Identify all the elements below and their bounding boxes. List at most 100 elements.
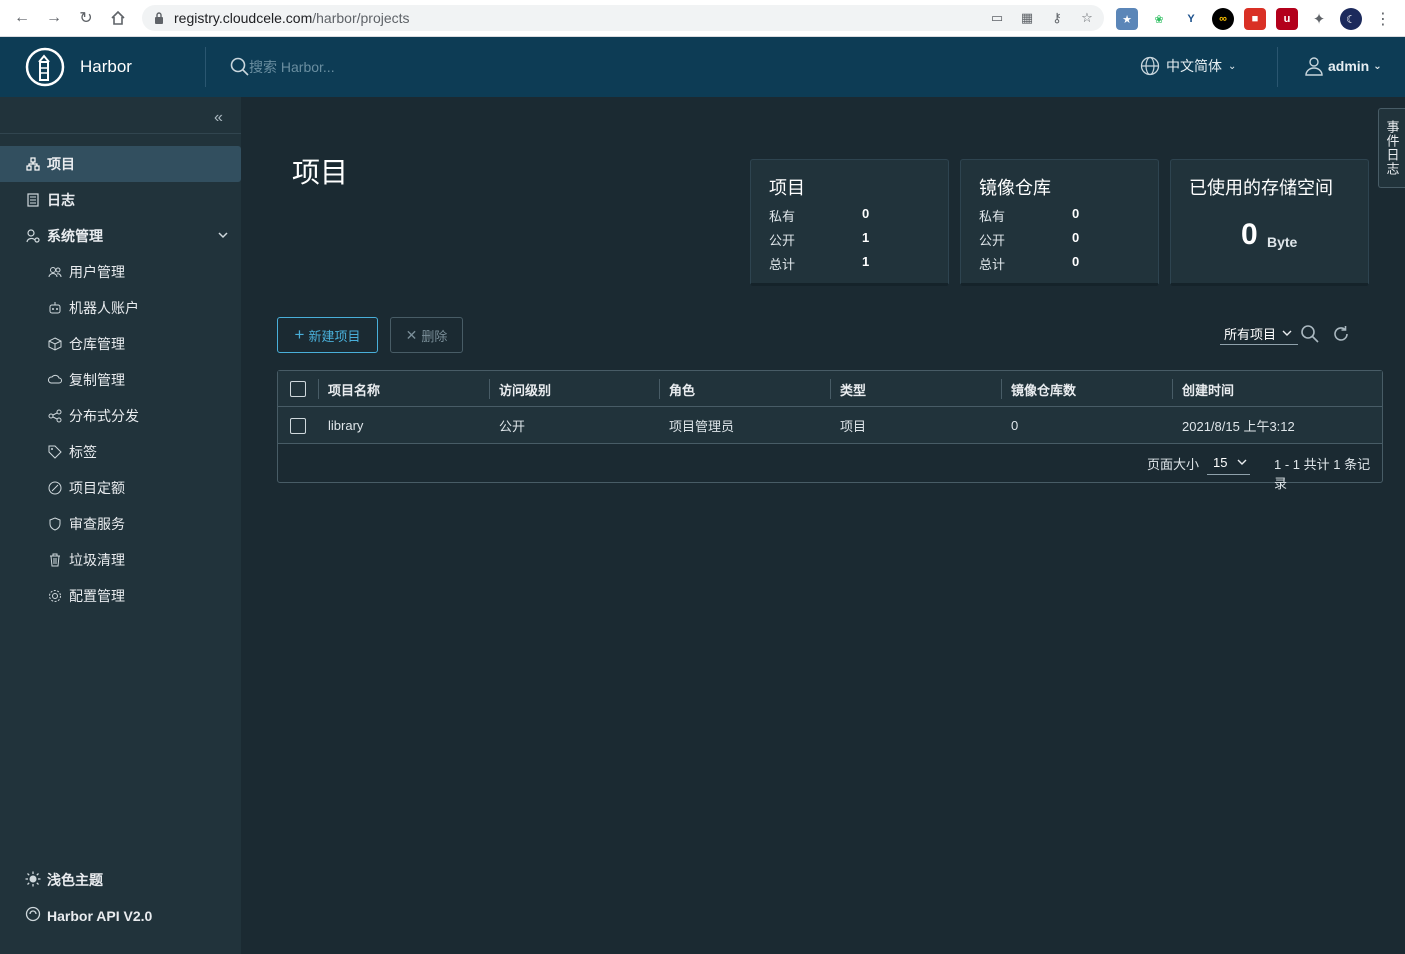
column-header-access[interactable]: 访问级别 [488, 371, 551, 407]
sun-icon [25, 871, 41, 890]
sidebar-item-logs[interactable]: 日志 [0, 182, 241, 218]
cast-icon[interactable]: ▭ [988, 9, 1006, 27]
sidebar-item-label: 垃圾清理 [69, 552, 125, 568]
theme-label: 浅色主题 [47, 872, 103, 888]
extensions-icon[interactable]: ✦ [1308, 8, 1330, 30]
sidebar-item-label: 系统管理 [47, 228, 103, 244]
global-search-input[interactable] [249, 57, 549, 77]
star-icon[interactable]: ☆ [1078, 9, 1096, 27]
column-header-type[interactable]: 类型 [829, 371, 866, 407]
column-header-role[interactable]: 角色 [658, 371, 695, 407]
sidebar-item-projects[interactable]: 项目 [0, 146, 241, 182]
users-icon [47, 264, 63, 280]
type-cell: 项目 [840, 418, 867, 434]
replication-icon [47, 372, 63, 388]
storage-summary-card: 已使用的存储空间 0 Byte [1170, 159, 1369, 286]
project-filter-select[interactable]: 所有项目 [1220, 323, 1298, 345]
delete-button[interactable]: ✕ 删除 [390, 317, 463, 353]
storage-value: 0 [1241, 218, 1258, 251]
main-content: 项目 项目 私有 0 公开 1 总计 1 镜像仓库 私有 0 公开 0 总计 0… [241, 97, 1405, 954]
sidebar-item-registries[interactable]: 仓库管理 [0, 326, 241, 362]
pagination-summary: 1 - 1 共计 1 条记录 [1274, 457, 1371, 491]
red-ext-icon[interactable]: ■ [1244, 8, 1266, 30]
sidebar-item-label: 复制管理 [69, 372, 125, 388]
harbor-logo-icon[interactable] [25, 47, 65, 87]
private-label: 私有 [979, 209, 1006, 224]
qr-icon[interactable]: ▦ [1018, 9, 1036, 27]
sidebar-item-admin[interactable]: 系统管理 [0, 218, 241, 254]
sidebar-item-label: 配置管理 [69, 588, 125, 604]
header-divider [205, 47, 206, 87]
sidebar-item-robot-accounts[interactable]: 机器人账户 [0, 290, 241, 326]
sidebar-item-label: 机器人账户 [69, 300, 139, 316]
search-icon[interactable] [1300, 324, 1320, 344]
sidebar-item-configuration[interactable]: 配置管理 [0, 578, 241, 614]
sidebar-item-quotas[interactable]: 项目定额 [0, 470, 241, 506]
column-header-repo-count[interactable]: 镜像仓库数 [1000, 371, 1076, 407]
sidebar-item-gc[interactable]: 垃圾清理 [0, 542, 241, 578]
delete-label: 删除 [421, 328, 448, 344]
card-title: 已使用的存储空间 [1189, 178, 1333, 198]
chevron-down-icon [217, 228, 229, 244]
select-all-checkbox[interactable] [290, 381, 306, 397]
event-log-label: 事件日志 [1384, 120, 1400, 176]
table-header: 项目名称 访问级别 角色 类型 镜像仓库数 创建时间 [278, 371, 1382, 407]
globe-icon [1140, 56, 1160, 76]
infinity-ext-icon[interactable]: ∞ [1212, 8, 1234, 30]
username: admin [1328, 58, 1370, 74]
repositories-summary-card: 镜像仓库 私有 0 公开 0 总计 0 [960, 159, 1159, 286]
sidebar-item-users[interactable]: 用户管理 [0, 254, 241, 290]
collapse-sidebar-icon[interactable]: « [214, 109, 223, 127]
logs-icon [25, 192, 41, 208]
quota-icon [47, 480, 63, 496]
role-cell: 项目管理员 [669, 418, 735, 434]
access-level-cell: 公开 [499, 418, 526, 434]
event-log-tab[interactable]: 事件日志 [1378, 108, 1405, 188]
forward-icon[interactable]: → [44, 8, 64, 28]
user-icon [1305, 57, 1323, 76]
table-row: library 公开 项目管理员 项目 0 2021/8/15 上午3:12 [278, 407, 1382, 444]
sidebar-item-scanners[interactable]: 审查服务 [0, 506, 241, 542]
private-count: 0 [1072, 206, 1080, 221]
back-icon[interactable]: ← [12, 8, 32, 28]
theme-toggle[interactable]: 浅色主题 [25, 870, 103, 890]
public-count: 1 [862, 230, 870, 245]
user-menu[interactable]: admin ⌄ [1304, 56, 1382, 76]
new-project-button[interactable]: + 新建项目 [277, 317, 378, 353]
evernote-ext-icon[interactable]: ❀ [1148, 8, 1170, 30]
sidebar-item-replications[interactable]: 复制管理 [0, 362, 241, 398]
sidebar-item-labels[interactable]: 标签 [0, 434, 241, 470]
projects-table: 项目名称 访问级别 角色 类型 镜像仓库数 创建时间 library 公开 项目… [277, 370, 1383, 491]
key-icon[interactable]: ⚷ [1048, 9, 1066, 27]
header-divider-2 [1277, 47, 1278, 87]
reload-icon[interactable]: ↻ [76, 8, 96, 28]
brand-name[interactable]: Harbor [80, 57, 132, 77]
ublock-ext-icon[interactable]: u [1276, 8, 1298, 30]
refresh-icon[interactable] [1331, 324, 1351, 344]
admin-icon [25, 228, 41, 244]
page-size-select[interactable]: 15 [1207, 451, 1250, 475]
home-icon[interactable] [108, 8, 128, 28]
sidebar-item-label: 项目定额 [69, 480, 125, 496]
api-explorer-link[interactable]: Harbor API V2.0 [25, 906, 152, 925]
lock-icon [155, 12, 163, 24]
trash-icon [47, 552, 63, 568]
filter-value: 所有项目 [1224, 327, 1277, 342]
row-checkbox[interactable] [290, 418, 306, 434]
bookmark-ext-icon[interactable]: ★ [1116, 8, 1138, 30]
sidebar-item-distributions[interactable]: 分布式分发 [0, 398, 241, 434]
address-bar[interactable]: registry.cloudcele.com/harbor/projects ▭… [142, 5, 1104, 31]
browser-menu-icon[interactable]: ⋮ [1375, 9, 1391, 29]
column-header-name[interactable]: 项目名称 [317, 371, 380, 407]
language-selector[interactable]: 中文简体 ⌄ [1140, 56, 1236, 76]
profile-avatar[interactable]: ☾ [1340, 8, 1362, 30]
chevron-down-icon [1282, 326, 1292, 341]
distribution-icon [47, 408, 63, 424]
page-size-value: 15 [1213, 455, 1228, 470]
project-name-link[interactable]: library [328, 407, 363, 443]
vpn-ext-icon[interactable]: Y [1180, 8, 1202, 30]
sidebar-divider [0, 133, 241, 134]
page-title: 项目 [292, 157, 349, 188]
column-header-created[interactable]: 创建时间 [1171, 371, 1234, 407]
app-header: Harbor 中文简体 ⌄ admin ⌄ [0, 37, 1405, 97]
